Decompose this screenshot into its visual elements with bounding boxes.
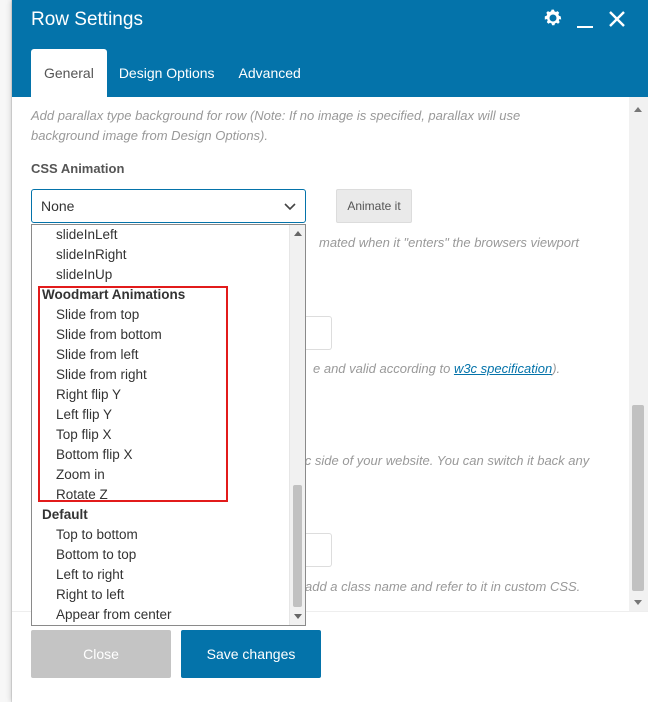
animate-it-button[interactable]: Animate it [336,189,412,223]
dropdown-option[interactable]: Right flip Y [32,385,290,405]
chevron-down-icon [284,203,296,211]
row-id-help-tail: ). [552,361,561,376]
tab-design-options[interactable]: Design Options [107,49,227,97]
save-changes-button[interactable]: Save changes [181,630,321,678]
css-animation-selected: None [41,198,75,214]
dropdown-option[interactable]: Bottom flip X [32,445,290,465]
dropdown-option[interactable]: Top flip X [32,425,290,445]
dialog-header: Row Settings General Design Options Adva… [12,0,648,97]
dialog-scrollbar[interactable] [629,97,648,611]
dropdown-group-woodmart: Woodmart Animations [42,287,186,302]
row-id-help-text: e and valid according to [313,361,451,376]
close-button[interactable]: Close [31,630,171,678]
tab-general[interactable]: General [31,49,107,97]
disable-row-help: lic side of your website. You can switch… [299,453,590,468]
scroll-down-arrow-icon[interactable] [634,600,642,605]
scroll-up-arrow-icon[interactable] [294,231,302,236]
dropdown-option[interactable]: Top to bottom [32,525,290,545]
scroll-up-arrow-icon[interactable] [634,107,642,112]
dropdown-option[interactable]: Left to right [32,565,290,585]
css-animation-help: mated when it "enters" the browsers view… [319,235,579,250]
dropdown-option[interactable]: Bottom to top [32,545,290,565]
dropdown-option[interactable]: Right to left [32,585,290,605]
extra-class-input[interactable] [302,533,332,567]
parallax-help-line: background image from Design Options). [31,128,269,143]
dropdown-options: slideInLeft slideInRight slideInUp Woodm… [32,225,290,625]
dropdown-option[interactable]: Slide from left [32,345,290,365]
dropdown-option[interactable]: Slide from right [32,365,290,385]
css-animation-dropdown[interactable]: slideInLeft slideInRight slideInUp Woodm… [31,224,306,626]
dropdown-group-default: Default [42,507,88,522]
row-id-input[interactable] [302,316,332,350]
tab-advanced[interactable]: Advanced [227,49,313,97]
parallax-help-line: Add parallax type background for row (No… [31,108,521,123]
dropdown-option[interactable]: Rotate Z [32,485,290,505]
dropdown-option[interactable]: Appear from center [32,605,290,625]
dialog-title: Row Settings [31,9,143,30]
dropdown-option[interactable]: Slide from top [32,305,290,325]
css-animation-label: CSS Animation [31,161,125,176]
extra-class-help: add a class name and refer to it in cust… [305,579,581,594]
minimize-icon[interactable] [574,9,596,35]
close-icon[interactable] [606,9,628,35]
dropdown-option[interactable]: Slide from bottom [32,325,290,345]
scroll-down-arrow-icon[interactable] [294,614,302,619]
background-page-left [0,0,12,702]
dropdown-option[interactable]: Zoom in [32,465,290,485]
dropdown-option[interactable]: slideInLeft [32,225,290,245]
dropdown-scrollbar[interactable] [289,225,305,625]
dropdown-scrollbar-thumb[interactable] [293,485,302,607]
gear-icon[interactable] [542,8,564,35]
css-animation-select[interactable]: None [31,189,306,223]
dropdown-option[interactable]: Left flip Y [32,405,290,425]
tab-bar: General Design Options Advanced [31,49,313,97]
dropdown-option[interactable]: slideInRight [32,245,290,265]
parallax-help: Add parallax type background for row (No… [31,106,520,146]
scrollbar-thumb[interactable] [632,405,644,591]
row-id-help: e and valid according to w3c specificati… [313,359,560,379]
w3c-specification-link[interactable]: w3c specification [454,361,552,376]
dropdown-option[interactable]: slideInUp [32,265,290,285]
